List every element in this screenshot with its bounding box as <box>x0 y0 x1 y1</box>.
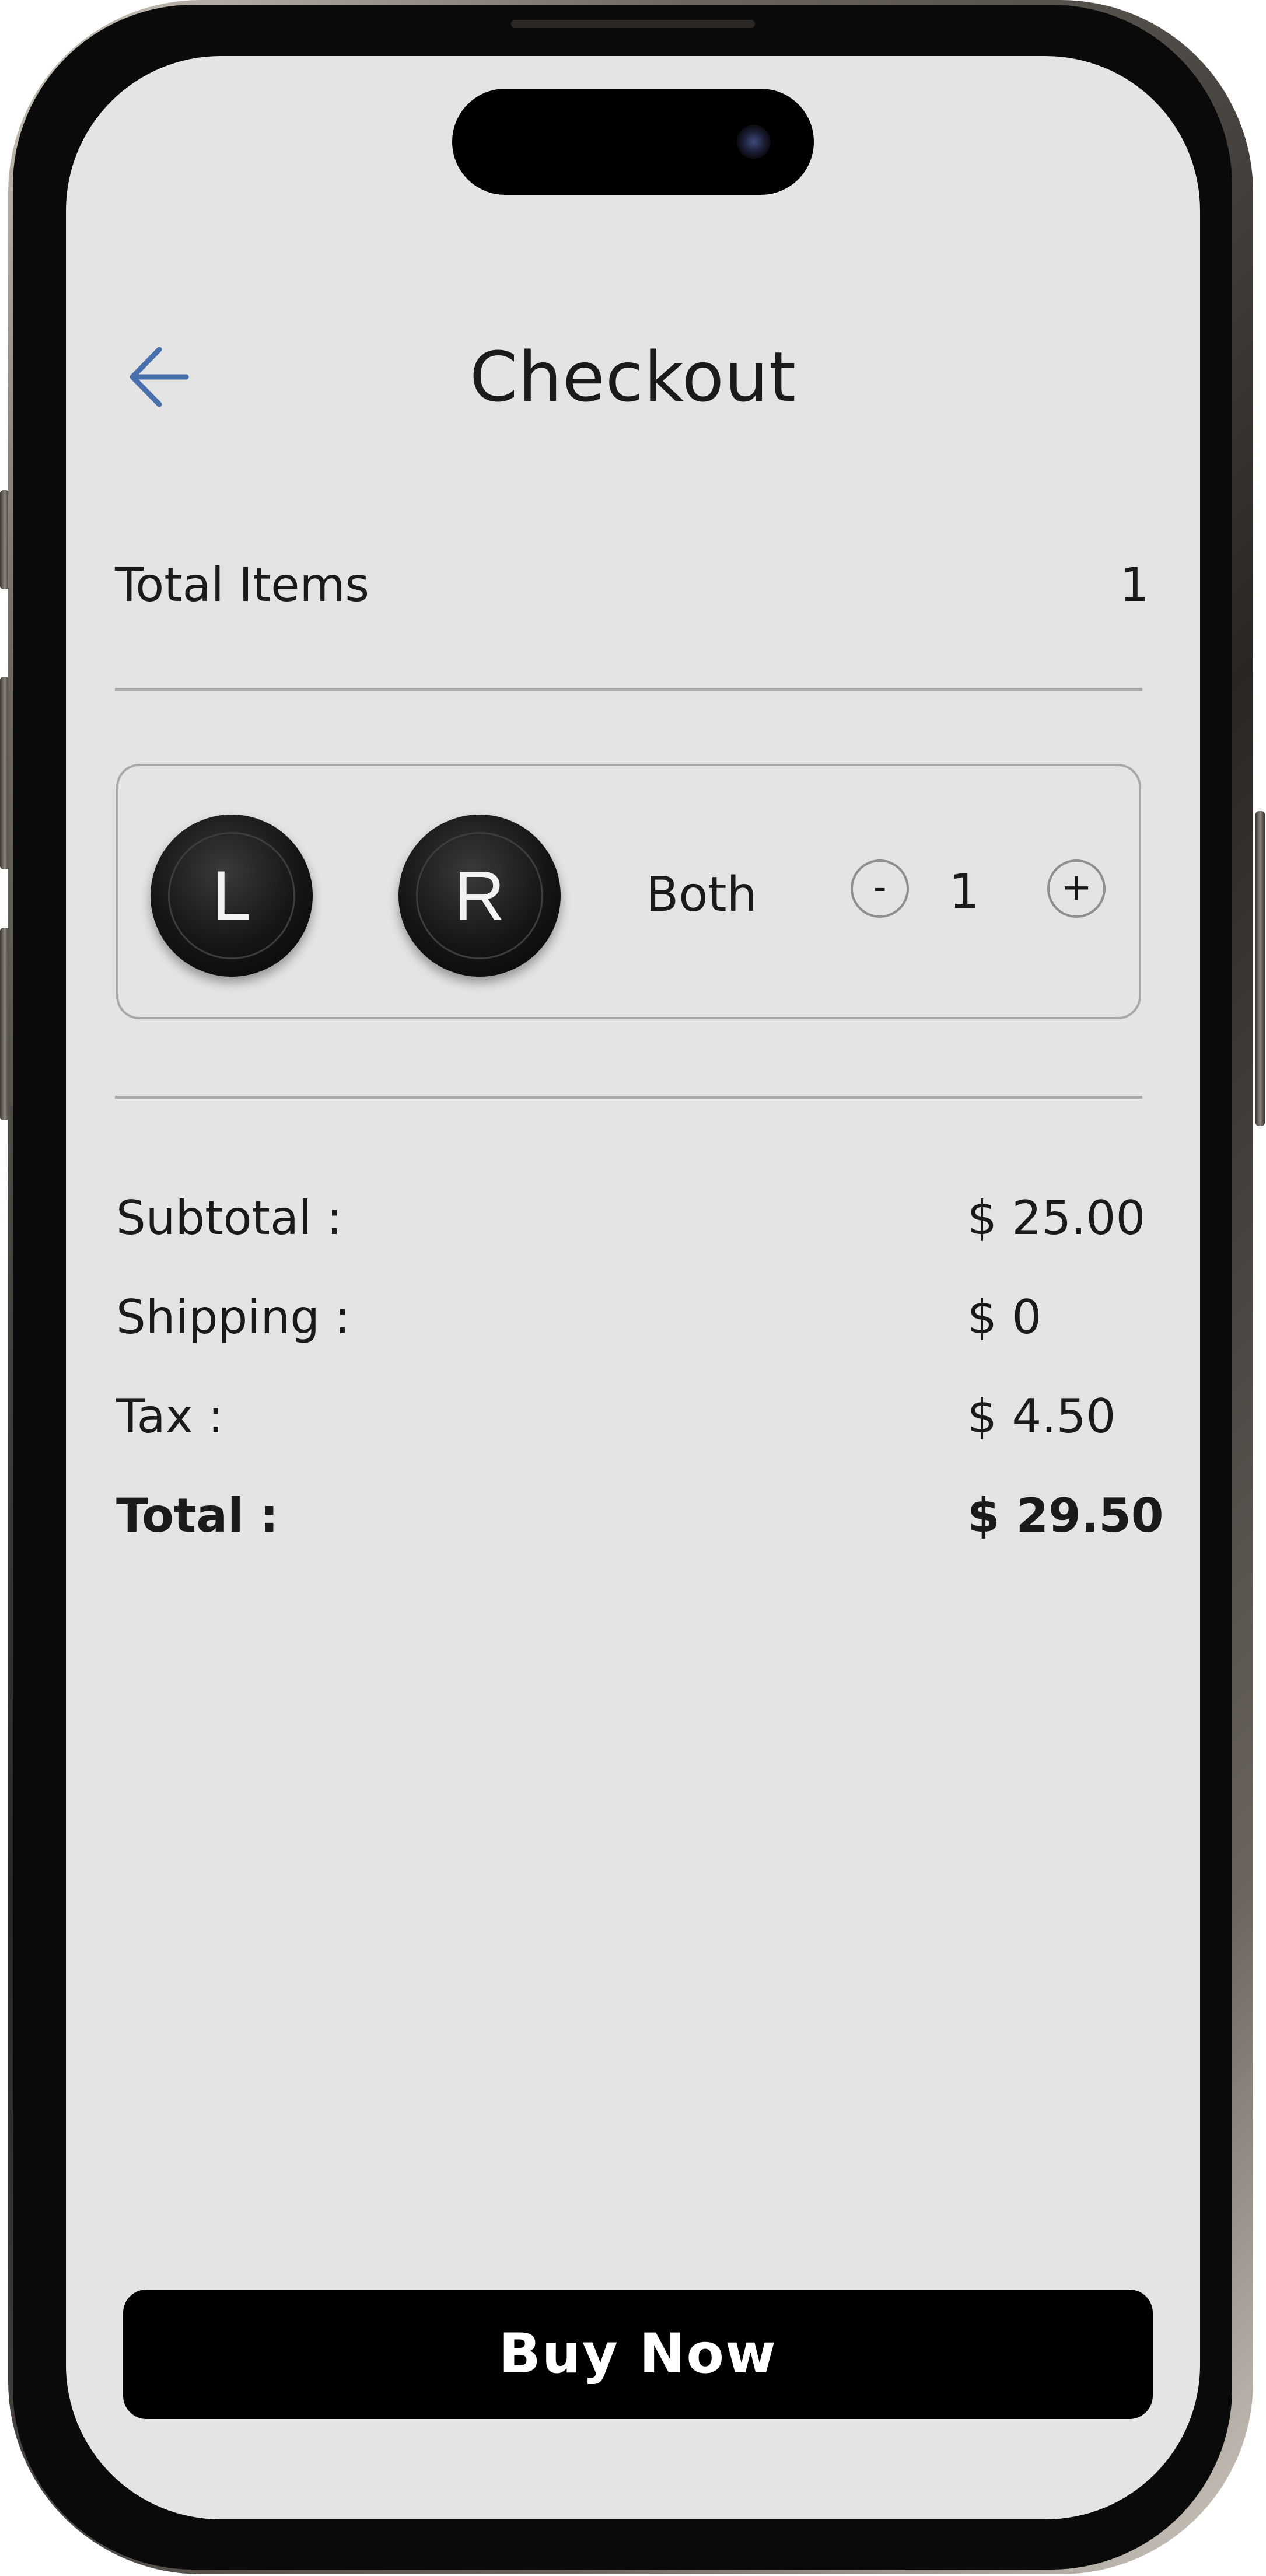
shipping-value: $ 0 <box>967 1290 1042 1344</box>
increase-quantity-button[interactable]: + <box>1047 859 1106 918</box>
variant-label: Both <box>646 867 757 922</box>
tax-value: $ 4.50 <box>967 1389 1116 1443</box>
app-screen: Checkout Total Items 1 L R Both - 1 + Su… <box>66 56 1200 2519</box>
tax-label: Tax : <box>116 1389 224 1443</box>
right-earbud-label: R <box>454 857 505 935</box>
right-earbud-button[interactable]: R <box>398 815 561 977</box>
total-items-label: Total Items <box>115 558 370 612</box>
buy-now-button[interactable]: Buy Now <box>123 2290 1153 2419</box>
shipping-label: Shipping : <box>116 1290 351 1344</box>
left-earbud-button[interactable]: L <box>151 815 313 977</box>
power-button <box>1255 811 1265 1126</box>
total-value: $ 29.50 <box>967 1488 1164 1543</box>
total-label: Total : <box>116 1488 279 1543</box>
dynamic-island <box>452 89 814 195</box>
page-title: Checkout <box>469 337 797 417</box>
decrease-quantity-button[interactable]: - <box>851 859 909 918</box>
quantity-value: 1 <box>949 864 980 920</box>
left-earbud-label: L <box>212 857 251 935</box>
divider <box>115 1096 1142 1099</box>
total-items-value: 1 <box>1120 558 1149 612</box>
subtotal-label: Subtotal : <box>116 1191 342 1245</box>
speaker-slot <box>511 20 755 28</box>
divider <box>115 688 1142 691</box>
subtotal-value: $ 25.00 <box>967 1191 1146 1245</box>
camera-icon <box>737 125 771 159</box>
